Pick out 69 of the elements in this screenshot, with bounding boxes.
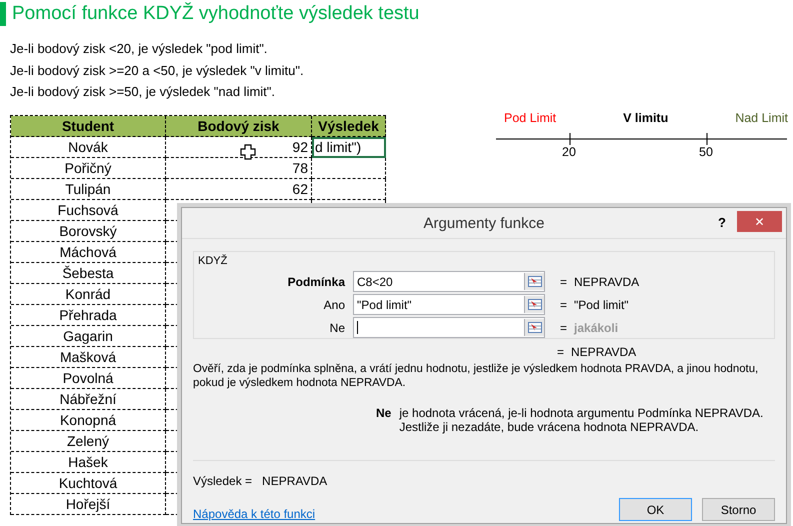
- table-cell: Kuchtová: [11, 472, 166, 494]
- dialog-title: Argumenty funkce: [424, 214, 544, 232]
- equals-sign: =: [557, 345, 564, 359]
- title-accent-bar: [0, 2, 6, 26]
- table-cell: Pořičný: [11, 158, 166, 178]
- table-cell: Nábřežní: [11, 388, 166, 410]
- range-select-icon: [528, 322, 542, 333]
- table-cell: Novák: [11, 136, 166, 158]
- table-cell: Mašková: [11, 346, 166, 368]
- argument-field[interactable]: "Pod limit": [353, 294, 545, 315]
- range-select-button[interactable]: [524, 319, 544, 336]
- table-cell: Gagarin: [11, 326, 166, 346]
- table-cell[interactable]: [312, 178, 386, 200]
- rule-text: Je-li bodový zisk >=20 a <50, je výsledek "v limitu".: [10, 62, 305, 79]
- table-cell: Tulipán: [11, 178, 166, 200]
- result-value: NEPRAVDA: [262, 474, 328, 488]
- rule-text: Je-li bodový zisk >=50, je výsledek "nad limit".: [10, 83, 276, 100]
- rule-text: Je-li bodový zisk <20, je výsledek "pod limit".: [10, 40, 268, 58]
- tick-label: 20: [562, 144, 576, 158]
- argument-field[interactable]: [353, 317, 545, 338]
- table-cell: Šebesta: [11, 262, 166, 284]
- result-label: Výsledek =: [193, 474, 252, 488]
- sheet-heading: Pomocí funkce KDYŽ vyhodnoťte výsledek testu: [12, 3, 420, 25]
- zone-label: Nad Limit: [735, 110, 788, 124]
- table-cell: Borovský: [11, 220, 166, 242]
- help-button[interactable]: ?: [714, 213, 730, 232]
- table-cell: Zelený: [11, 430, 166, 452]
- argument-result: "Pod limit": [574, 298, 629, 312]
- range-select-icon: [528, 299, 542, 310]
- active-cell[interactable]: d limit"): [312, 136, 386, 158]
- table-cell: Fuchsová: [11, 200, 166, 220]
- range-select-button[interactable]: [524, 296, 544, 313]
- argument-name: Ne: [376, 406, 392, 422]
- table-cell: Konrád: [11, 284, 166, 304]
- help-link[interactable]: Nápověda k této funkci: [193, 506, 316, 520]
- range-select-icon: [528, 276, 542, 287]
- table-cell: Máchová: [11, 242, 166, 262]
- table-cell: Povolná: [11, 368, 166, 388]
- zone-label: V limitu: [623, 110, 668, 124]
- argument-label: Podmínka: [286, 274, 345, 288]
- equals-sign: =: [560, 298, 568, 312]
- close-button[interactable]: ✕: [737, 211, 782, 232]
- argument-result: NEPRAVDA: [574, 274, 640, 288]
- equals-sign: =: [560, 320, 568, 334]
- equals-sign: =: [560, 274, 568, 288]
- argument-label: Ano: [322, 298, 345, 312]
- argument-help-text: Jestliže ji nezadáte, bude vrácena hodnota NEPRAVDA.: [399, 420, 700, 434]
- table-cell: 62: [166, 178, 312, 200]
- argument-label: Ne: [328, 320, 345, 334]
- argument-help-text: je hodnota vrácená, je-li hodnota argumentu Podmínka NEPRAVDA.: [399, 406, 764, 420]
- argument-field[interactable]: C8<20: [353, 271, 545, 292]
- column-header: Bodový zisk: [166, 116, 312, 136]
- table-cell: Konopná: [11, 410, 166, 430]
- dialog-button[interactable]: OK: [619, 498, 692, 521]
- dialog-button[interactable]: Storno: [702, 498, 775, 521]
- table-cell: Hořejší: [11, 494, 166, 514]
- function-description: Ověří, zda je podmínka splněna, a vrátí jednu hodnotu, jestliže je výsledkem hodnota PRAVDA, a jinou hodnotu, pokud je výsledkem hodnota NEPRAVDA.: [193, 362, 760, 390]
- column-header: Výsledek: [312, 116, 386, 136]
- argument-result: jakákoli: [574, 320, 618, 334]
- tick-label: 50: [699, 144, 713, 158]
- column-header: Student: [11, 116, 166, 136]
- table-cell[interactable]: [312, 158, 386, 178]
- table-cell: Hašek: [11, 452, 166, 472]
- zone-label: Pod Limit: [504, 110, 556, 124]
- table-cell: Přehrada: [11, 304, 166, 326]
- function-name: KDYŽ: [198, 255, 228, 267]
- formula-result: NEPRAVDA: [571, 345, 636, 359]
- cursor-cross-icon: [240, 144, 256, 160]
- range-select-button[interactable]: [524, 273, 544, 290]
